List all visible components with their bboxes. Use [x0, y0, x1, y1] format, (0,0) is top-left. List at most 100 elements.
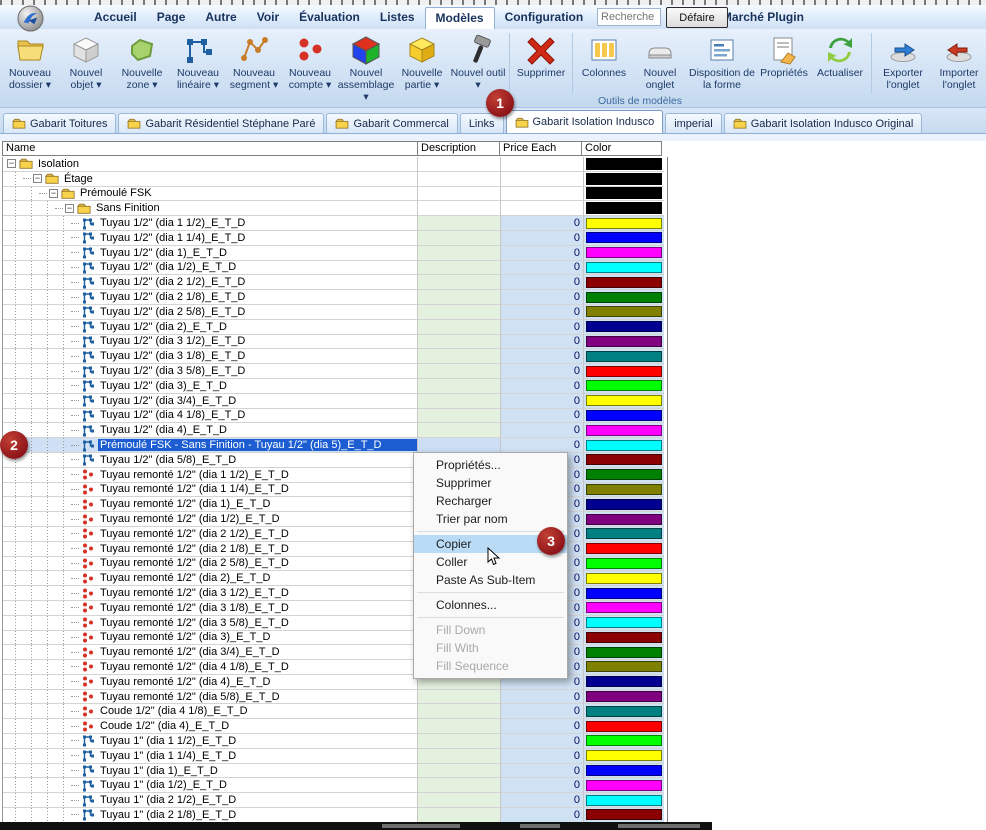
columns-icon — [588, 34, 620, 66]
context-menu-item-coller[interactable]: Coller — [414, 553, 567, 571]
export-tab-button[interactable]: Exporter l'onglet — [875, 32, 931, 92]
new-zone-button[interactable]: Nouvelle zone ▾ — [114, 32, 170, 92]
tree-folder-row[interactable]: −Sans Finition — [3, 201, 667, 216]
price-cell: 0 — [501, 231, 584, 246]
menu-item-page[interactable]: Page — [147, 7, 196, 30]
new-assembly-button[interactable]: Nouvel assemblage ▾ — [338, 32, 394, 103]
table-row[interactable]: Tuyau 1/2" (dia 3/4)_E_T_D0 — [3, 394, 667, 409]
table-row[interactable]: Tuyau 1/2" (dia 2 5/8)_E_T_D0 — [3, 305, 667, 320]
new-account-button[interactable]: Nouveau compte ▾ — [282, 32, 338, 92]
refresh-button[interactable]: Actualiser — [812, 32, 868, 80]
new-segment-button[interactable]: Nouveau segment ▾ — [226, 32, 282, 92]
context-menu-item-propri-t-s-[interactable]: Propriétés... — [414, 456, 567, 474]
table-row[interactable]: Tuyau 1" (dia 2 1/2)_E_T_D0 — [3, 793, 667, 808]
tree-guide — [39, 497, 55, 511]
tab-label: Gabarit Commercal — [353, 118, 448, 130]
tab-label: Gabarit Toitures — [30, 118, 107, 130]
description-cell — [418, 719, 501, 734]
table-row[interactable]: Tuyau 1/2" (dia 3 1/2)_E_T_D0 — [3, 335, 667, 350]
context-menu-item-supprimer[interactable]: Supprimer — [414, 474, 567, 492]
tab-imperial[interactable]: imperial — [665, 113, 722, 133]
color-swatch — [586, 795, 662, 806]
tree-guide — [7, 512, 23, 526]
tree-guide — [39, 512, 55, 526]
new-linear-button[interactable]: Nouveau linéaire ▾ — [170, 32, 226, 92]
shape-layout-button[interactable]: Disposition de la forme — [688, 32, 756, 92]
tree-guide — [7, 527, 23, 541]
menu-item-autre[interactable]: Autre — [195, 7, 246, 30]
delete-button[interactable]: Supprimer — [513, 32, 569, 80]
table-row[interactable]: Tuyau 1/2" (dia 1/2)_E_T_D0 — [3, 261, 667, 276]
table-row[interactable]: Tuyau 1" (dia 2 1/8)_E_T_D0 — [3, 808, 667, 822]
table-row[interactable]: Tuyau remonté 1/2" (dia 5/8)_E_T_D0 — [3, 690, 667, 705]
table-row[interactable]: Tuyau 1/2" (dia 3 5/8)_E_T_D0 — [3, 364, 667, 379]
table-row[interactable]: Tuyau 1/2" (dia 2 1/2)_E_T_D0 — [3, 275, 667, 290]
table-row[interactable]: Tuyau 1/2" (dia 4)_E_T_D0 — [3, 423, 667, 438]
app-logo-icon[interactable] — [17, 5, 44, 32]
menu-item-configuration[interactable]: Configuration — [495, 7, 594, 30]
table-row[interactable]: Coude 1/2" (dia 4)_E_T_D0 — [3, 719, 667, 734]
table-row[interactable]: Tuyau 1/2" (dia 1)_E_T_D0 — [3, 246, 667, 261]
table-row[interactable]: Coude 1/2" (dia 4 1/8)_E_T_D0 — [3, 704, 667, 719]
new-part-button[interactable]: Nouvelle partie ▾ — [394, 32, 450, 92]
new-tab-button[interactable]: Nouvel onglet — [632, 32, 688, 92]
layout-icon — [706, 34, 738, 66]
table-row[interactable]: Tuyau 1/2" (dia 1 1/2)_E_T_D0 — [3, 216, 667, 231]
tab-gabarit-isolation-indusco[interactable]: Gabarit Isolation Indusco — [506, 110, 664, 133]
new-tool-button[interactable]: Nouvel outil ▾ — [450, 32, 506, 92]
tab-gabarit-toitures[interactable]: Gabarit Toitures — [3, 113, 116, 133]
undo-button[interactable]: Défaire — [666, 7, 728, 28]
context-menu-item-colonnes-[interactable]: Colonnes... — [414, 596, 567, 614]
table-row[interactable]: Tuyau 1/2" (dia 4 1/8)_E_T_D0 — [3, 409, 667, 424]
table-row[interactable]: Tuyau 1/2" (dia 3)_E_T_D0 — [3, 379, 667, 394]
menu-item--valuation[interactable]: Évaluation — [289, 7, 370, 30]
tree-expander-icon[interactable]: − — [33, 174, 42, 183]
tab-gabarit-commercal[interactable]: Gabarit Commercal — [326, 113, 457, 133]
tab-gabarit-isolation-indusco-original[interactable]: Gabarit Isolation Indusco Original — [724, 113, 923, 133]
table-row[interactable]: Tuyau 1" (dia 1/2)_E_T_D0 — [3, 778, 667, 793]
tree-guide — [23, 497, 39, 511]
tree-expander-icon[interactable]: − — [7, 159, 16, 168]
table-row[interactable]: Tuyau 1" (dia 1 1/4)_E_T_D0 — [3, 749, 667, 764]
import-tab-button[interactable]: Importer l'onglet — [931, 32, 986, 92]
table-row[interactable]: Tuyau 1/2" (dia 3 1/8)_E_T_D0 — [3, 349, 667, 364]
column-header-color[interactable]: Color — [581, 141, 662, 156]
properties-button[interactable]: Propriétés — [756, 32, 812, 80]
account-item-icon — [81, 660, 95, 673]
new-folder-button[interactable]: Nouveau dossier ▾ — [2, 32, 58, 92]
tree-expander-icon[interactable]: − — [49, 189, 58, 198]
tree-folder-row[interactable]: −Étage — [3, 172, 667, 187]
tree-folder-row[interactable]: −Isolation — [3, 157, 667, 172]
menu-item-mod-les[interactable]: Modèles — [425, 7, 495, 30]
tree-folder-row[interactable]: −Prémoulé FSK — [3, 187, 667, 202]
name-cell: Tuyau 1" (dia 1/2)_E_T_D — [3, 778, 418, 793]
tab-gabarit-r-sidentiel-st-phane-par-[interactable]: Gabarit Résidentiel Stéphane Paré — [118, 113, 324, 133]
tree-guide — [55, 379, 71, 393]
table-row[interactable]: Tuyau 1/2" (dia 2)_E_T_D0 — [3, 320, 667, 335]
name-cell: Tuyau remonté 1/2" (dia 5/8)_E_T_D — [3, 690, 418, 705]
context-menu-item-recharger[interactable]: Recharger — [414, 492, 567, 510]
tree-expander-icon[interactable]: − — [65, 204, 74, 213]
context-menu-item-paste-as-sub-item[interactable]: Paste As Sub-Item — [414, 571, 567, 589]
column-header-name[interactable]: Name — [2, 141, 418, 156]
row-name: Tuyau remonté 1/2" (dia 1 1/4)_E_T_D — [98, 483, 291, 495]
column-header-description[interactable]: Description — [417, 141, 500, 156]
table-row[interactable]: Tuyau 1" (dia 1)_E_T_D0 — [3, 764, 667, 779]
search-input[interactable] — [597, 8, 661, 26]
tree-guide — [55, 483, 71, 497]
columns-button[interactable]: Colonnes — [576, 32, 632, 80]
new-object-button[interactable]: Nouvel objet ▾ — [58, 32, 114, 92]
table-row[interactable]: Tuyau 1/2" (dia 2 1/8)_E_T_D0 — [3, 290, 667, 305]
menu-item-accueil[interactable]: Accueil — [84, 7, 147, 30]
account-item-icon — [81, 601, 95, 614]
menu-item-listes[interactable]: Listes — [370, 7, 425, 30]
column-header-price-each[interactable]: Price Each — [499, 141, 582, 156]
tree-guide — [39, 364, 55, 378]
table-row[interactable]: Prémoulé FSK - Sans Finition - Tuyau 1/2… — [3, 438, 667, 453]
context-menu-item-trier-par-nom[interactable]: Trier par nom — [414, 510, 567, 528]
color-cell — [584, 320, 664, 335]
menu-item-voir[interactable]: Voir — [247, 7, 289, 30]
table-row[interactable]: Tuyau 1" (dia 1 1/2)_E_T_D0 — [3, 734, 667, 749]
color-cell — [584, 690, 664, 705]
table-row[interactable]: Tuyau 1/2" (dia 1 1/4)_E_T_D0 — [3, 231, 667, 246]
